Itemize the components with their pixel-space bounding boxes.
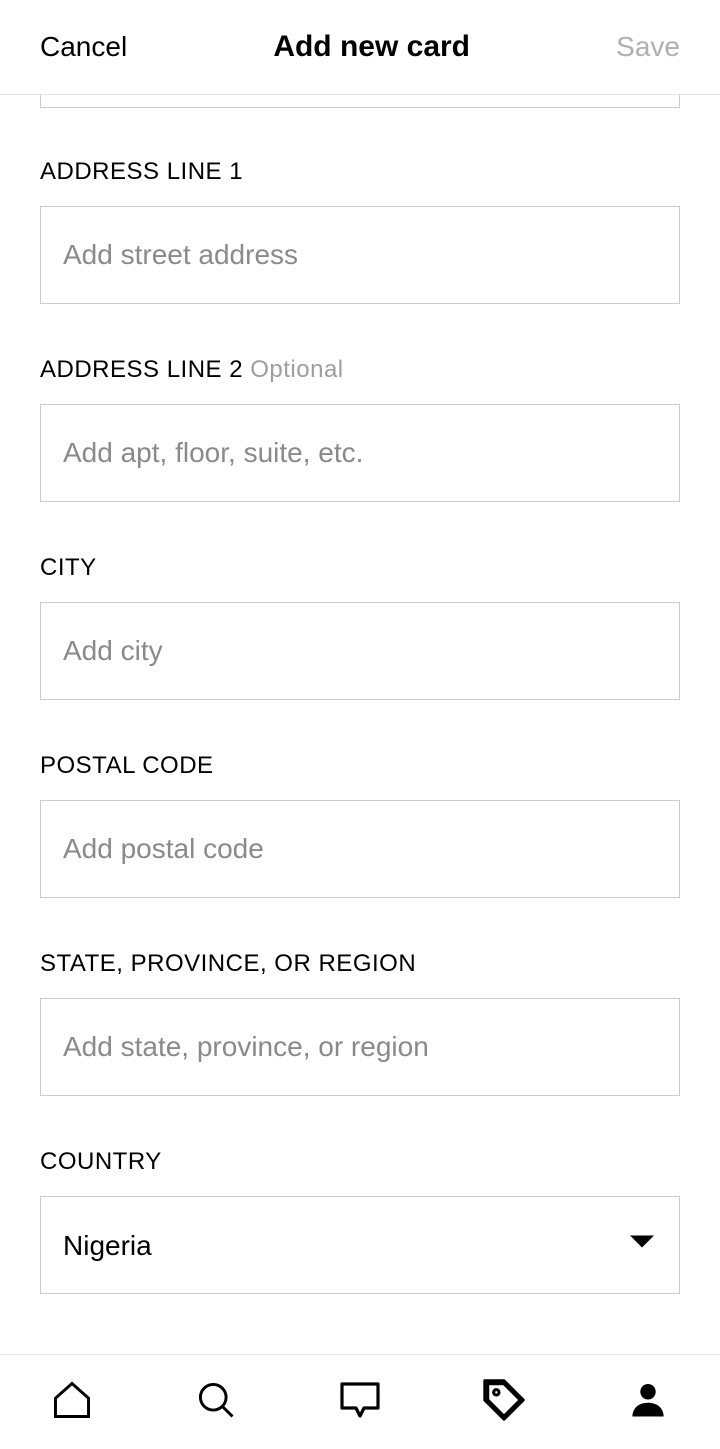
form-container: ADDRESS LINE 1 ADDRESS LINE 2 Optional C… — [0, 95, 720, 1354]
address1-label: ADDRESS LINE 1 — [40, 158, 680, 186]
home-icon — [50, 1378, 94, 1427]
save-button[interactable]: Save — [616, 31, 680, 63]
country-select[interactable]: Nigeria — [40, 1196, 680, 1294]
nav-inbox[interactable] — [335, 1377, 385, 1427]
address2-label: ADDRESS LINE 2 Optional — [40, 356, 680, 384]
country-group: COUNTRY Nigeria — [40, 1148, 680, 1294]
profile-icon — [626, 1378, 670, 1427]
nav-sell[interactable] — [479, 1377, 529, 1427]
address2-group: ADDRESS LINE 2 Optional — [40, 356, 680, 502]
city-input[interactable] — [40, 602, 680, 700]
cancel-button[interactable]: Cancel — [40, 31, 127, 63]
address2-input[interactable] — [40, 404, 680, 502]
page-title: Add new card — [273, 30, 470, 64]
search-icon — [194, 1378, 238, 1427]
nav-search[interactable] — [191, 1377, 241, 1427]
bottom-nav — [0, 1354, 720, 1449]
postal-group: POSTAL CODE — [40, 752, 680, 898]
country-label: COUNTRY — [40, 1148, 680, 1176]
previous-field-edge — [40, 95, 680, 108]
header: Cancel Add new card Save — [0, 0, 720, 95]
city-label: CITY — [40, 554, 680, 582]
state-group: STATE, PROVINCE, OR REGION — [40, 950, 680, 1096]
nav-home[interactable] — [47, 1377, 97, 1427]
country-select-wrapper: Nigeria — [40, 1196, 680, 1294]
address1-input[interactable] — [40, 206, 680, 304]
address2-label-text: ADDRESS LINE 2 — [40, 356, 243, 383]
state-label: STATE, PROVINCE, OR REGION — [40, 950, 680, 978]
nav-profile[interactable] — [623, 1377, 673, 1427]
city-group: CITY — [40, 554, 680, 700]
address1-group: ADDRESS LINE 1 — [40, 158, 680, 304]
postal-input[interactable] — [40, 800, 680, 898]
postal-label: POSTAL CODE — [40, 752, 680, 780]
address2-optional: Optional — [250, 356, 343, 383]
state-input[interactable] — [40, 998, 680, 1096]
tag-icon — [481, 1377, 527, 1428]
speech-bubble-icon — [336, 1376, 384, 1429]
